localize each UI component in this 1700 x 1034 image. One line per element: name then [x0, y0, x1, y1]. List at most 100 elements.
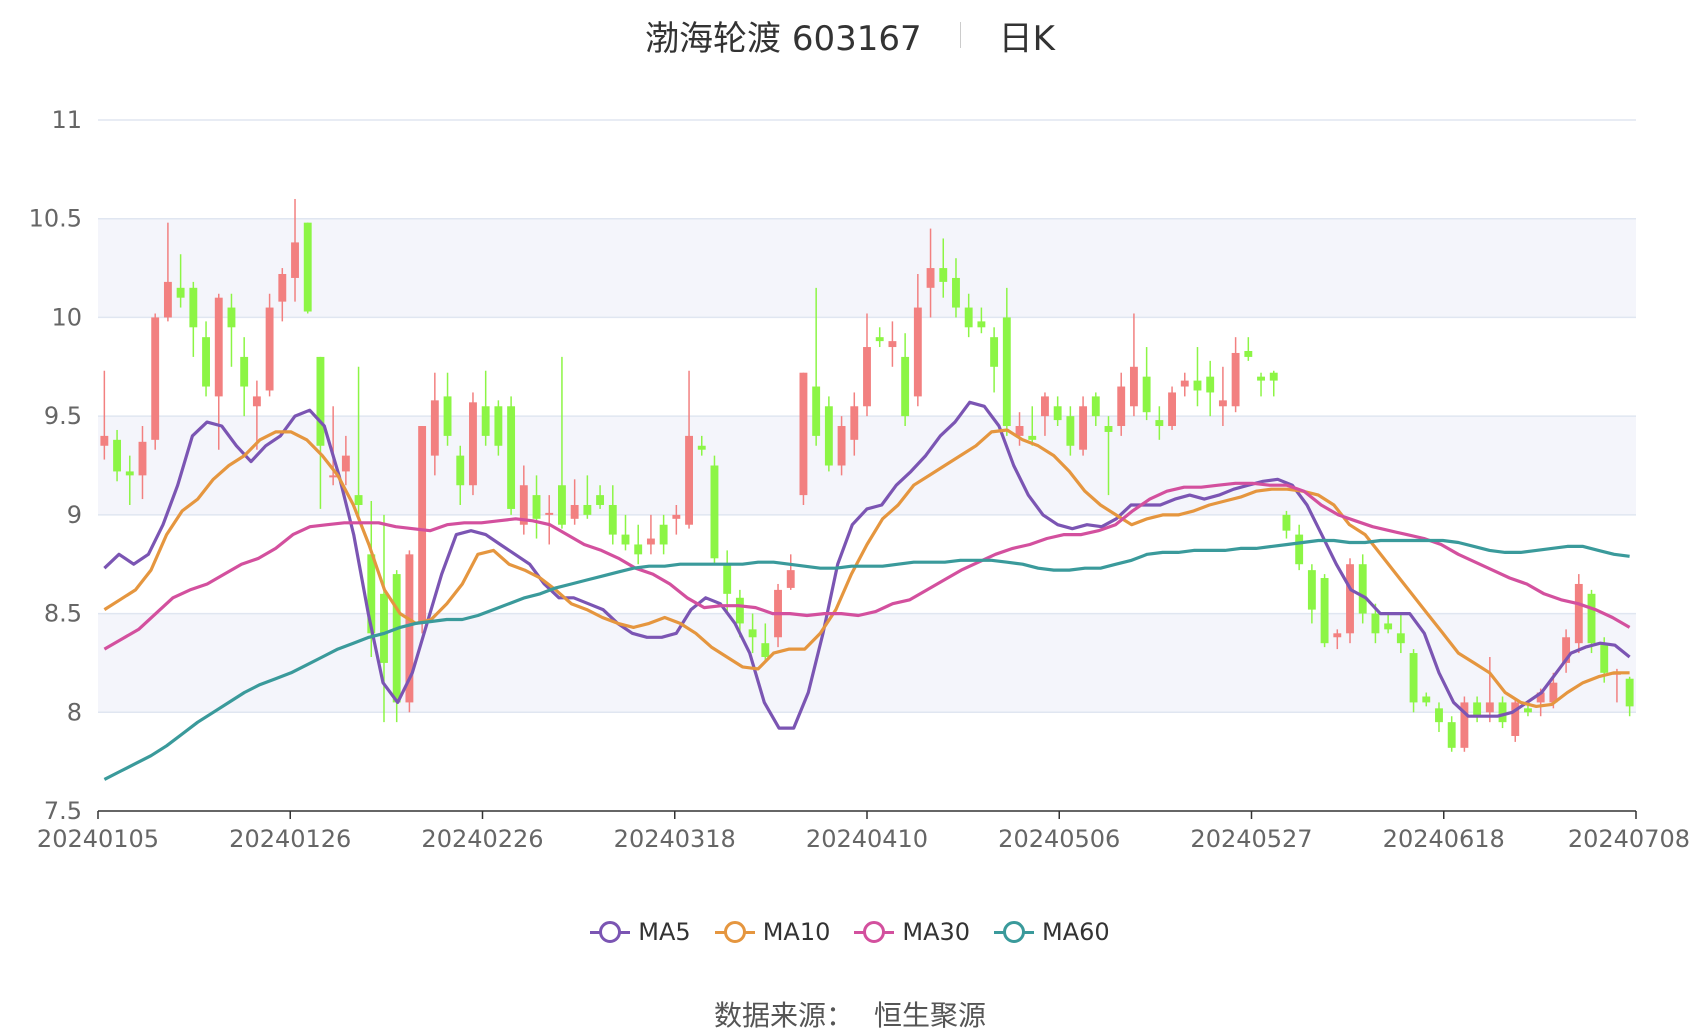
candle: [1346, 558, 1354, 644]
legend-swatch-ma10: [714, 920, 755, 944]
candle-body: [532, 495, 541, 519]
candlestick-chart: 7.588.599.51010.511 20240105 20240126 2024…: [29, 106, 1690, 853]
data-source: 数据来源： 恒生聚源: [0, 994, 1700, 1034]
candle: [1320, 574, 1329, 648]
candle-body: [786, 570, 795, 588]
candle-body: [1422, 696, 1431, 703]
candle-body: [1435, 708, 1443, 723]
data-source-label: 数据来源：: [713, 999, 854, 1032]
candle-body: [1231, 352, 1240, 407]
candle-body: [888, 341, 897, 348]
candle-body: [850, 406, 859, 440]
y-tick-label: 9: [67, 501, 82, 529]
band-0: [98, 218, 1636, 318]
candle-body: [443, 396, 452, 436]
candle-body: [1295, 534, 1304, 565]
candle-body: [1409, 653, 1418, 703]
y-axis: 7.5 8 8.5 9 9.5 10 10.5 11: [29, 106, 82, 825]
candle: [1168, 386, 1176, 430]
candle-body: [303, 222, 312, 312]
candle: [685, 370, 693, 529]
candle: [1295, 524, 1304, 571]
candle-body: [583, 504, 592, 515]
candle-body: [1079, 406, 1088, 450]
x-tick-label: 20240527: [1190, 825, 1312, 853]
candle-body: [1600, 643, 1609, 673]
candle-body: [1473, 702, 1482, 717]
candle-body: [1066, 416, 1075, 446]
candle-body: [913, 307, 922, 397]
candle-body: [100, 435, 109, 446]
y-tick-label: 8.5: [44, 600, 82, 628]
legend-label-ma30: MA30: [902, 918, 971, 946]
candle: [189, 281, 198, 357]
band-2: [98, 613, 1636, 713]
candle-body: [748, 629, 757, 638]
candle-body: [214, 297, 223, 397]
candle-body: [672, 514, 681, 519]
candle-body: [392, 574, 401, 703]
candle: [481, 370, 490, 446]
legend-label-ma5: MA5: [638, 918, 691, 946]
candle: [1257, 372, 1265, 397]
candle: [1447, 716, 1456, 752]
x-axis: 20240105 20240126 20240226 20240318 20240410…: [37, 810, 1690, 853]
candle: [265, 293, 274, 397]
candle-body: [430, 400, 439, 456]
candle: [240, 337, 249, 417]
candle-body: [151, 317, 160, 440]
candle-body: [837, 426, 846, 466]
legend-item-ma60[interactable]: MA60: [994, 918, 1110, 946]
candle: [659, 514, 668, 555]
legend-swatch-ma60: [994, 920, 1035, 944]
candle-body: [570, 504, 579, 519]
candle-body: [341, 455, 350, 472]
candle-body: [990, 337, 999, 367]
candle-body: [659, 524, 668, 545]
candle-body: [469, 402, 477, 486]
candle-body: [138, 441, 147, 476]
candle-body: [723, 564, 732, 594]
candle: [1193, 347, 1202, 407]
candle-body: [685, 435, 693, 525]
candle: [786, 554, 795, 590]
candle: [710, 455, 719, 565]
candle: [990, 327, 999, 393]
candle-body: [926, 268, 935, 288]
candle-body: [1041, 396, 1049, 417]
candle: [1460, 696, 1469, 752]
candle: [1358, 554, 1367, 624]
candle: [1244, 337, 1253, 361]
legend-item-ma5[interactable]: MA5: [590, 918, 691, 946]
candle-body: [1168, 392, 1176, 427]
candle-body: [1269, 372, 1278, 381]
candle: [723, 550, 732, 614]
y-tick-label: 10: [51, 303, 82, 331]
candle-body: [1028, 435, 1037, 440]
legend-swatch-ma30: [854, 920, 895, 944]
candle-body: [863, 347, 871, 407]
candle-body: [316, 356, 325, 446]
legend-swatch-ma5: [590, 920, 631, 944]
candle-body: [1244, 350, 1253, 357]
x-tick-label: 20240410: [806, 825, 928, 853]
legend: MA5 MA10 MA30 MA60: [0, 918, 1700, 946]
candle-body: [558, 485, 566, 525]
candle-body: [634, 544, 643, 555]
candle-body: [1396, 633, 1405, 644]
x-tick-label: 20240618: [1383, 825, 1505, 853]
legend-item-ma10[interactable]: MA10: [714, 918, 830, 946]
candle-body: [875, 337, 884, 342]
candle-body: [939, 268, 948, 282]
candle: [1282, 510, 1291, 539]
legend-item-ma30[interactable]: MA30: [854, 918, 970, 946]
candle-body: [761, 643, 770, 658]
candle-body: [240, 356, 249, 387]
candle-body: [329, 475, 338, 478]
candle-body: [964, 307, 973, 328]
candle-body: [202, 337, 210, 387]
candle-body: [1206, 376, 1215, 393]
candle-body: [278, 273, 287, 302]
candle-body: [812, 386, 821, 436]
candle: [1180, 372, 1189, 397]
